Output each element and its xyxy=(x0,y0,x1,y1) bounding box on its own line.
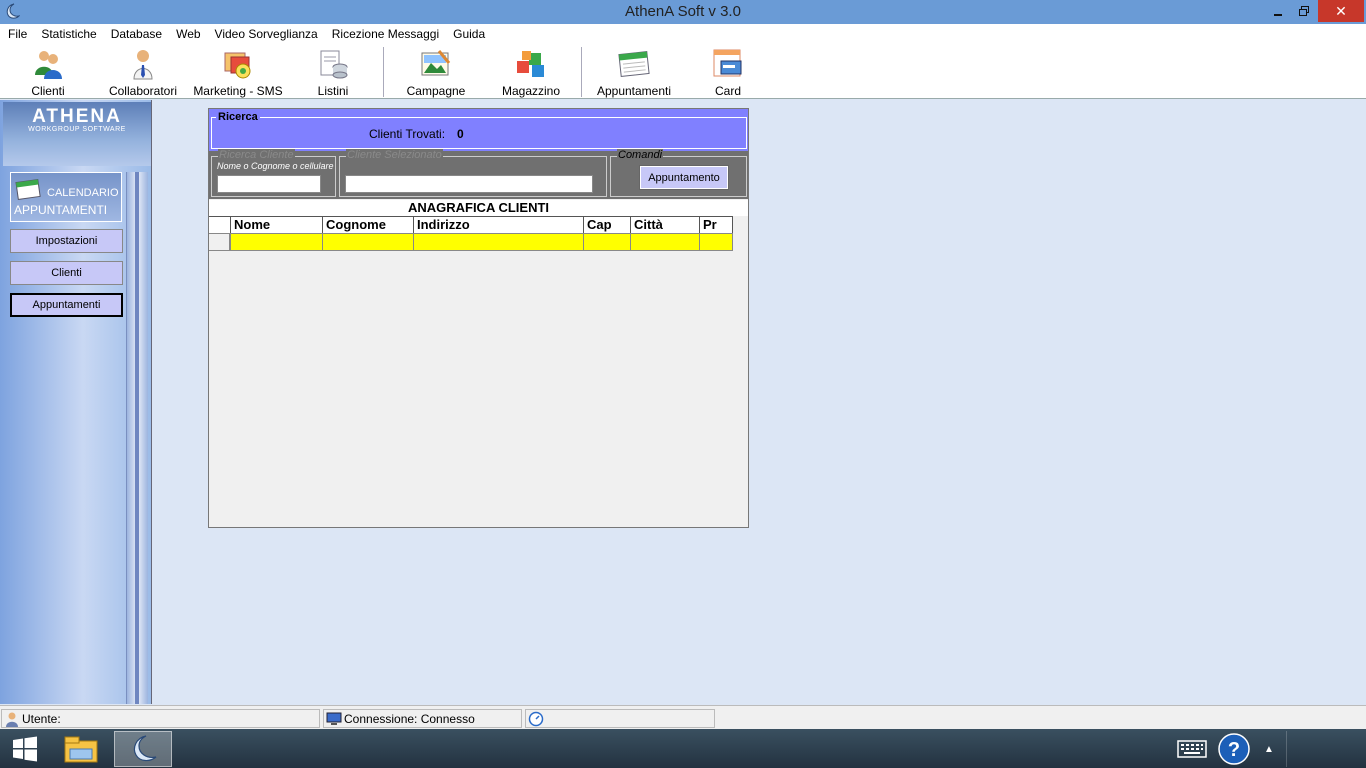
athena-taskbar-icon[interactable] xyxy=(114,731,172,767)
menu-guida[interactable]: Guida xyxy=(446,27,492,41)
marketing-icon xyxy=(224,52,251,79)
grid-corner-header xyxy=(209,216,230,233)
sidebar-appuntamenti-button[interactable]: Appuntamenti xyxy=(10,293,123,317)
status-utente: Utente: xyxy=(1,709,320,728)
help-icon[interactable]: ? xyxy=(1214,731,1254,767)
column-header-pr[interactable]: Pr xyxy=(699,216,733,233)
ricerca-group: Ricerca Clienti Trovati: 0 xyxy=(209,109,748,151)
status-connessione-label: Connessione: Connesso xyxy=(344,711,475,726)
price-list-icon xyxy=(320,50,348,79)
toolbar-appuntamenti-label: Appuntamenti xyxy=(596,84,672,98)
appuntamento-button[interactable]: Appuntamento xyxy=(639,165,729,190)
ricerca-cliente-input[interactable] xyxy=(217,175,321,193)
toolbar-collaboratori-button[interactable]: Collaboratori xyxy=(106,47,180,98)
menu-statistiche[interactable]: Statistiche xyxy=(34,27,103,41)
toolbar-campagne-button[interactable]: Campagne xyxy=(404,47,468,98)
clock-icon xyxy=(528,711,544,727)
show-hidden-icons-chevron-up-icon[interactable]: ▲ xyxy=(1258,731,1280,767)
status-clock xyxy=(525,709,715,728)
table-cell-cap[interactable] xyxy=(583,233,630,251)
restore-icon[interactable] xyxy=(1292,0,1316,22)
window-title: AthenA Soft v 3.0 xyxy=(625,3,741,20)
appointments-title: APPUNTAMENTI xyxy=(14,203,108,217)
campaign-icon xyxy=(421,50,451,76)
menu-database[interactable]: Database xyxy=(104,27,169,41)
table-cell-pr[interactable] xyxy=(699,233,733,251)
menu-file[interactable]: File xyxy=(1,27,34,41)
collaborator-icon xyxy=(133,50,153,80)
warehouse-blocks-icon xyxy=(517,51,544,77)
toolbar-marketing-label: Marketing - SMS xyxy=(193,84,283,98)
menu-video-sorveglianza[interactable]: Video Sorveglianza xyxy=(208,27,325,41)
table-cell-citta[interactable] xyxy=(630,233,699,251)
column-header-cognome[interactable]: Cognome xyxy=(322,216,413,233)
ricerca-cliente-hint: Nome o Cognome o cellulare xyxy=(217,161,334,171)
toolbar-appuntamenti-button[interactable]: Appuntamenti xyxy=(594,47,674,98)
ricerca-cliente-legend: Ricerca Cliente xyxy=(218,149,295,161)
users-icon xyxy=(35,51,62,79)
svg-text:?: ? xyxy=(1228,739,1240,761)
keyboard-icon[interactable] xyxy=(1172,731,1212,767)
toolbar-magazzino-label: Magazzino xyxy=(501,84,561,98)
close-icon[interactable]: ✕ xyxy=(1318,0,1364,22)
clienti-search-panel: Ricerca Clienti Trovati: 0 Ricerca Clien… xyxy=(208,108,749,528)
sidebar-scroll-rail[interactable] xyxy=(126,172,148,704)
computer-icon xyxy=(326,712,342,725)
athena-logo: ATHENA WORKGROUP SOFTWARE xyxy=(3,102,151,166)
row-selector[interactable] xyxy=(209,233,230,251)
toolbar-separator xyxy=(581,47,582,97)
toolbar-listini-label: Listini xyxy=(317,84,349,98)
minimize-icon[interactable] xyxy=(1266,0,1290,22)
table-cell-nome[interactable] xyxy=(230,233,322,251)
toolbar-separator xyxy=(383,47,384,97)
title-bar: AthenA Soft v 3.0 ✕ xyxy=(0,0,1366,24)
cliente-selezionato-input[interactable] xyxy=(345,175,593,193)
status-bar: Utente: Connessione: Connesso xyxy=(0,705,1366,729)
toolbar-card-label: Card xyxy=(714,84,741,98)
toolbar-card-button[interactable]: Card xyxy=(711,47,745,98)
status-connessione: Connessione: Connesso xyxy=(323,709,522,728)
anagrafica-clienti-title: ANAGRAFICA CLIENTI xyxy=(209,200,748,216)
column-header-nome[interactable]: Nome xyxy=(230,216,322,233)
sidebar-impostazioni-button[interactable]: Impostazioni xyxy=(10,229,123,253)
status-utente-label: Utente: xyxy=(22,711,61,726)
toolbar: Clienti Collaboratori Marketing - SMS Li… xyxy=(0,43,1366,99)
calendar-title: CALENDARIO xyxy=(47,187,119,199)
clienti-trovati-count: 0 xyxy=(457,127,464,141)
logo-text: ATHENA xyxy=(32,106,122,127)
left-sidebar: ATHENA WORKGROUP SOFTWARE CALENDARIO APP… xyxy=(0,100,152,704)
ricerca-frame xyxy=(211,117,747,149)
toolbar-magazzino-button[interactable]: Magazzino xyxy=(500,47,562,98)
logo-subtitle: WORKGROUP SOFTWARE xyxy=(28,126,126,133)
calendar-section-header: CALENDARIO APPUNTAMENTI xyxy=(10,172,122,222)
sidebar-clienti-button[interactable]: Clienti xyxy=(10,261,123,285)
card-icon xyxy=(713,49,742,77)
cliente-selezionato-legend: Cliente Selezionato xyxy=(346,149,443,161)
calendar-icon xyxy=(15,178,41,200)
taskbar-divider xyxy=(1286,731,1287,767)
file-explorer-icon[interactable] xyxy=(58,731,104,767)
table-cell-cognome[interactable] xyxy=(322,233,413,251)
toolbar-collaboratori-label: Collaboratori xyxy=(108,84,178,98)
toolbar-clienti-button[interactable]: Clienti xyxy=(28,47,68,98)
column-header-indirizzo[interactable]: Indirizzo xyxy=(413,216,583,233)
table-cell-indirizzo[interactable] xyxy=(413,233,583,251)
column-header-citta[interactable]: Città xyxy=(630,216,699,233)
toolbar-marketing-button[interactable]: Marketing - SMS xyxy=(191,47,285,98)
taskbar: ? ▲ xyxy=(0,729,1366,768)
toolbar-clienti-label: Clienti xyxy=(31,84,65,98)
menu-ricezione-messaggi[interactable]: Ricezione Messaggi xyxy=(325,27,446,41)
toolbar-listini-button[interactable]: Listini xyxy=(313,47,353,98)
ricerca-legend: Ricerca xyxy=(216,111,260,123)
menu-web[interactable]: Web xyxy=(169,27,207,41)
user-icon xyxy=(6,712,18,727)
toolbar-campagne-label: Campagne xyxy=(406,84,466,98)
calendar-icon xyxy=(618,51,650,77)
column-header-cap[interactable]: Cap xyxy=(583,216,630,233)
windows-start-icon[interactable] xyxy=(0,731,50,767)
clienti-trovati-label: Clienti Trovati: xyxy=(369,127,446,141)
comandi-legend: Comandi xyxy=(617,149,664,161)
menu-bar: File Statistiche Database Web Video Sorv… xyxy=(0,24,1366,43)
